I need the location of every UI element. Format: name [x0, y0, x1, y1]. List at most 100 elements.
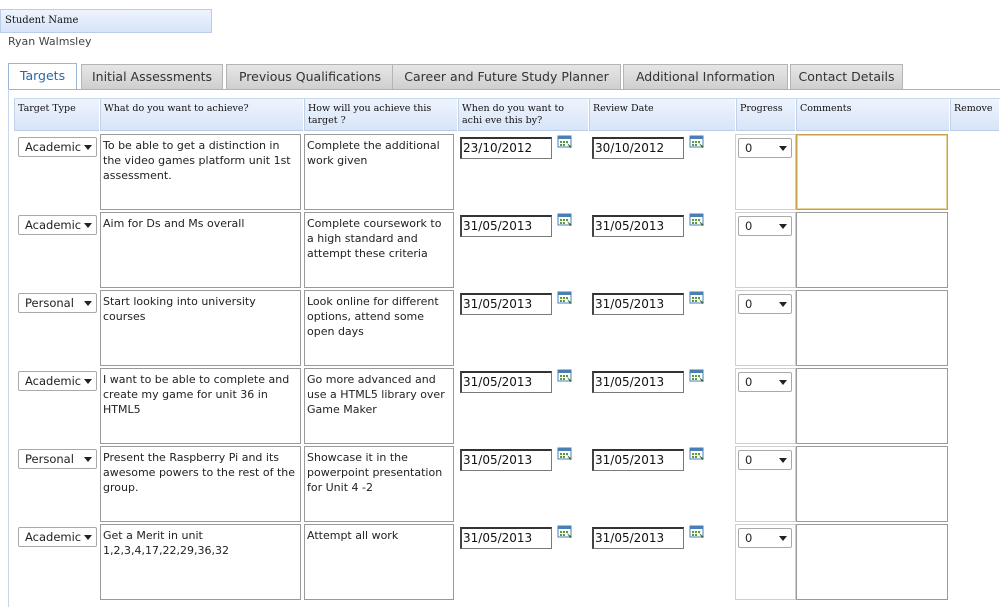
- target-type-select[interactable]: Academic: [18, 215, 97, 235]
- tab-targets[interactable]: Targets: [8, 63, 77, 90]
- target-date-input[interactable]: 31/05/2013: [460, 527, 552, 549]
- progress-value: 0: [745, 453, 753, 467]
- calendar-icon[interactable]: [557, 525, 573, 539]
- remove-cell: [948, 444, 1000, 522]
- tab-career-planner[interactable]: Career and Future Study Planner: [392, 64, 621, 89]
- calendar-icon[interactable]: [689, 213, 705, 227]
- progress-cell: 0: [735, 134, 796, 210]
- progress-cell: 0: [735, 524, 796, 600]
- comments-textarea[interactable]: [796, 134, 948, 210]
- tab-bar: Targets Initial Assessments Previous Qua…: [8, 63, 998, 90]
- calendar-icon[interactable]: [689, 447, 705, 461]
- column-header-when: When do you want to achi eve this by?: [458, 99, 589, 131]
- progress-select[interactable]: 0: [738, 138, 792, 158]
- chevron-down-icon: [84, 379, 92, 384]
- table-row: Academic I want to be able to complete a…: [14, 366, 1000, 444]
- targets-table: Target Type What do you want to achieve?…: [14, 98, 1000, 607]
- achieve-textarea[interactable]: Present the Raspberry Pi and its awesome…: [100, 446, 301, 522]
- progress-value: 0: [745, 375, 753, 389]
- target-date-input[interactable]: 31/05/2013: [460, 449, 552, 471]
- review-date-input[interactable]: 31/05/2013: [592, 371, 684, 393]
- target-type-value: Academic: [25, 218, 82, 232]
- calendar-icon[interactable]: [689, 135, 705, 149]
- column-header-comments: Comments: [796, 99, 950, 131]
- target-type-select[interactable]: Academic: [18, 371, 97, 391]
- table-row: Personal Present the Raspberry Pi and it…: [14, 444, 1000, 522]
- progress-select[interactable]: 0: [738, 216, 792, 236]
- table-header: Target Type What do you want to achieve?…: [14, 98, 1000, 131]
- column-header-remove: Remove: [950, 99, 1000, 131]
- chevron-down-icon: [84, 223, 92, 228]
- column-header-how: How will you achieve this target ?: [304, 99, 458, 131]
- calendar-icon[interactable]: [689, 525, 705, 539]
- column-header-review-date: Review Date: [589, 99, 736, 131]
- calendar-icon[interactable]: [689, 291, 705, 305]
- how-textarea[interactable]: Showcase it in the powerpoint presentati…: [304, 446, 454, 522]
- review-date-input[interactable]: 30/10/2012: [592, 137, 684, 159]
- progress-value: 0: [745, 297, 753, 311]
- progress-cell: 0: [735, 368, 796, 444]
- chevron-down-icon: [779, 146, 787, 151]
- calendar-icon[interactable]: [689, 369, 705, 383]
- how-textarea[interactable]: Complete coursework to a high standard a…: [304, 212, 454, 288]
- how-textarea[interactable]: Look online for different options, atten…: [304, 290, 454, 366]
- target-date-input[interactable]: 31/05/2013: [460, 293, 552, 315]
- target-date-input[interactable]: 31/05/2013: [460, 371, 552, 393]
- target-type-select[interactable]: Academic: [18, 527, 97, 547]
- achieve-textarea[interactable]: Get a Merit in unit 1,2,3,4,17,22,29,36,…: [100, 524, 301, 600]
- achieve-textarea[interactable]: Start looking into university courses: [100, 290, 301, 366]
- comments-textarea[interactable]: [796, 212, 948, 288]
- target-date-input[interactable]: 23/10/2012: [460, 137, 552, 159]
- review-date-input[interactable]: 31/05/2013: [592, 293, 684, 315]
- target-date-input[interactable]: 31/05/2013: [460, 215, 552, 237]
- review-date-input[interactable]: 31/05/2013: [592, 449, 684, 471]
- progress-select[interactable]: 0: [738, 372, 792, 392]
- target-type-value: Personal: [25, 452, 74, 466]
- column-header-achieve: What do you want to achieve?: [100, 99, 304, 131]
- progress-value: 0: [745, 219, 753, 233]
- table-row: Personal Start looking into university c…: [14, 288, 1000, 366]
- calendar-icon[interactable]: [557, 447, 573, 461]
- how-textarea[interactable]: Complete the additional work given: [304, 134, 454, 210]
- calendar-icon[interactable]: [557, 213, 573, 227]
- target-type-select[interactable]: Academic: [18, 137, 97, 157]
- progress-select[interactable]: 0: [738, 450, 792, 470]
- comments-textarea[interactable]: [796, 290, 948, 366]
- progress-value: 0: [745, 531, 753, 545]
- how-textarea[interactable]: Go more advanced and use a HTML5 library…: [304, 368, 454, 444]
- review-date-input[interactable]: 31/05/2013: [592, 527, 684, 549]
- target-type-select[interactable]: Personal: [18, 293, 97, 313]
- calendar-icon[interactable]: [557, 135, 573, 149]
- chevron-down-icon: [779, 380, 787, 385]
- progress-select[interactable]: 0: [738, 294, 792, 314]
- column-header-progress: Progress: [736, 99, 796, 131]
- target-type-select[interactable]: Personal: [18, 449, 97, 469]
- progress-cell: 0: [735, 212, 796, 288]
- remove-cell: [948, 132, 1000, 210]
- chevron-down-icon: [84, 535, 92, 540]
- calendar-icon[interactable]: [557, 291, 573, 305]
- tab-previous-qualifications[interactable]: Previous Qualifications: [226, 64, 394, 89]
- comments-textarea[interactable]: [796, 446, 948, 522]
- target-type-value: Personal: [25, 296, 74, 310]
- progress-select[interactable]: 0: [738, 528, 792, 548]
- table-row: Academic Get a Merit in unit 1,2,3,4,17,…: [14, 522, 1000, 600]
- tab-additional-information[interactable]: Additional Information: [623, 64, 788, 89]
- calendar-icon[interactable]: [557, 369, 573, 383]
- comments-textarea[interactable]: [796, 368, 948, 444]
- achieve-textarea[interactable]: To be able to get a distinction in the v…: [100, 134, 301, 210]
- chevron-down-icon: [779, 302, 787, 307]
- achieve-textarea[interactable]: I want to be able to complete and create…: [100, 368, 301, 444]
- tab-contact-details[interactable]: Contact Details: [790, 64, 903, 89]
- review-date-input[interactable]: 31/05/2013: [592, 215, 684, 237]
- tab-initial-assessments[interactable]: Initial Assessments: [81, 64, 223, 89]
- chevron-down-icon: [84, 145, 92, 150]
- remove-cell: [948, 210, 1000, 288]
- target-type-value: Academic: [25, 140, 82, 154]
- how-textarea[interactable]: Attempt all work: [304, 524, 454, 600]
- achieve-textarea[interactable]: Aim for Ds and Ms overall: [100, 212, 301, 288]
- remove-cell: [948, 288, 1000, 366]
- progress-cell: 0: [735, 290, 796, 366]
- comments-textarea[interactable]: [796, 524, 948, 600]
- column-header-target-type: Target Type: [14, 99, 100, 131]
